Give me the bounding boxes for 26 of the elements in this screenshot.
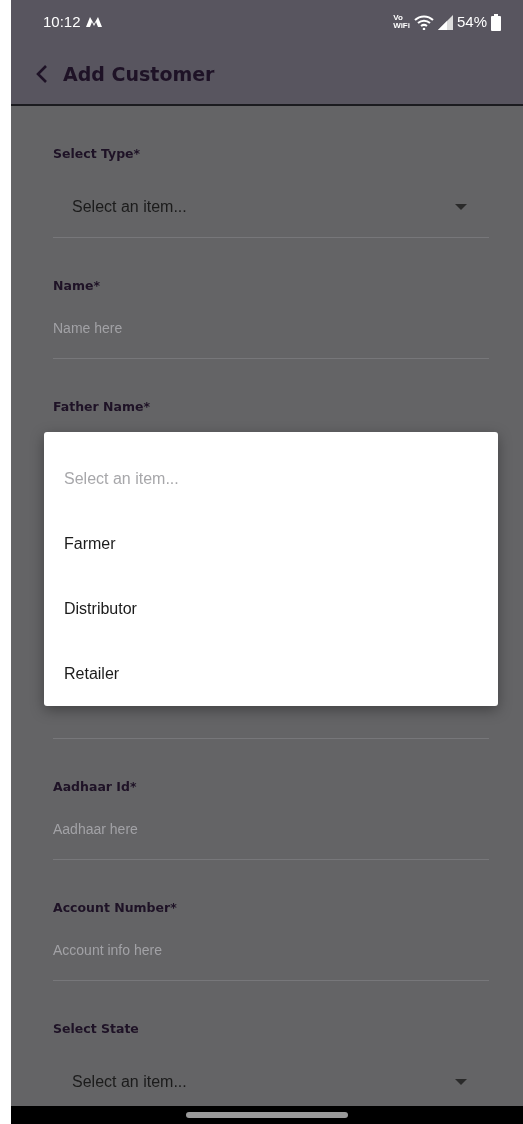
field-label: Father Name*: [53, 398, 151, 416]
dropdown-option[interactable]: Retailer: [44, 641, 498, 706]
signal-icon: [437, 14, 453, 30]
page-title: Add Customer: [63, 61, 215, 87]
dropdown-field[interactable]: Select an item...: [53, 176, 489, 238]
dropdown-option[interactable]: Farmer: [44, 511, 498, 576]
dropdown-caret-icon: [455, 203, 467, 210]
dropdown-caret-icon: [455, 1078, 467, 1085]
input-field[interactable]: Account info here: [53, 930, 489, 981]
field-label: Aadhaar Id*: [53, 778, 137, 796]
battery-icon: [491, 13, 501, 31]
field-label: Name*: [53, 277, 100, 295]
home-handle[interactable]: [186, 1112, 348, 1118]
input-field[interactable]: Aadhaar here: [53, 809, 489, 860]
status-time: 10:12: [43, 11, 81, 32]
field-label: Select Type*: [53, 145, 141, 163]
input-field[interactable]: Name here: [53, 308, 489, 359]
back-button[interactable]: [35, 64, 49, 84]
battery-percent: 54%: [456, 11, 487, 32]
dropdown-option[interactable]: Distributor: [44, 576, 498, 641]
field-label: Select State: [53, 1020, 139, 1038]
wifi-icon: [413, 14, 434, 30]
dropdown-option[interactable]: Select an item...: [44, 446, 498, 511]
app-logo-icon: [84, 16, 103, 28]
field-label: Account Number*: [53, 899, 177, 917]
vowifi-label: Vo WiFi: [393, 14, 410, 30]
